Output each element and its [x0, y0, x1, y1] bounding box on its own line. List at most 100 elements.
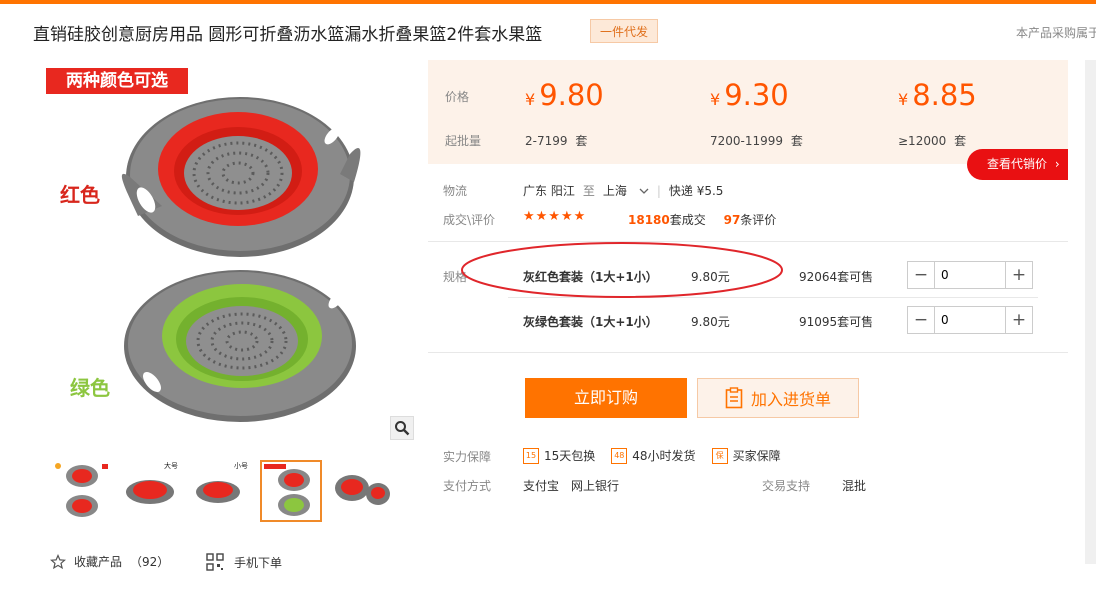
sku-name: 灰绿色套装（1大+1小） — [523, 315, 658, 329]
procurement-notice: 本产品采购属于 — [1016, 26, 1096, 40]
ship-to-word: 至 — [582, 184, 595, 198]
price-panel: 价格 起批量 ¥ 9.80 ¥ 9.30 ¥ 8.85 2-7199 套 720… — [428, 60, 1068, 164]
guarantee-label: 实力保障 — [443, 450, 492, 464]
thumbnail-image: 小号 — [196, 461, 248, 503]
page-scrollbar[interactable] — [1085, 60, 1096, 564]
sku-stock: 91095套可售 — [799, 315, 874, 329]
star-outline-icon — [50, 553, 66, 569]
tier-1-price: ¥ 9.80 — [525, 78, 604, 112]
quantity-input[interactable] — [935, 307, 1005, 333]
agent-button-label: 查看代销价 — [987, 157, 1048, 171]
review-suffix: 条评价 — [740, 213, 777, 227]
sku-row-green: 灰绿色套装（1大+1小） 9.80元 91095套可售 − + — [523, 306, 1033, 334]
payment-alipay: 支付宝 — [523, 479, 560, 493]
qty-unit: 套 — [790, 134, 803, 148]
thumbnail-1[interactable] — [50, 460, 112, 522]
increment-button[interactable]: + — [1005, 262, 1032, 288]
sku-name: 灰红色套装（1大+1小） — [523, 270, 658, 284]
dropship-badge[interactable]: 一件代发 — [590, 19, 658, 43]
sku-row-red: 灰红色套装（1大+1小） 9.80元 92064套可售 − + — [523, 261, 1033, 289]
section-divider — [428, 241, 1068, 242]
product-title: 直销硅胶创意厨房用品 圆形可折叠沥水篮漏水折叠果篮2件套水果篮 — [33, 25, 543, 45]
thumbnail-3[interactable]: 小号 — [190, 460, 252, 522]
chevron-right-icon: › — [1054, 157, 1060, 171]
favorite-label: 收藏产品 — [74, 555, 123, 569]
tier-1-qty: 2-7199 套 — [525, 132, 587, 149]
currency-symbol: ¥ — [710, 90, 721, 109]
payment-methods: 支付宝 网上银行 — [523, 477, 619, 494]
price-label: 价格 — [445, 90, 470, 104]
main-product-image[interactable]: 两种颜色可选 红色 绿色 — [40, 64, 420, 444]
increment-button[interactable]: + — [1005, 307, 1032, 333]
moq-label: 起批量 — [445, 134, 482, 148]
review-count: 97 — [723, 213, 741, 227]
view-agent-price-button[interactable]: 查看代销价 › — [967, 149, 1068, 180]
thumbnail-4[interactable] — [260, 460, 322, 522]
qr-code-icon — [206, 553, 224, 571]
guarantee-text: 买家保障 — [732, 449, 781, 463]
deals-count: 18180 — [628, 213, 670, 227]
magnifier-icon — [395, 421, 410, 436]
deals-summary[interactable]: 18180套成交 97条评价 — [628, 211, 776, 228]
buy-now-button[interactable]: 立即订购 — [525, 378, 687, 418]
qty-range: 2-7199 — [525, 134, 568, 148]
favorite-product[interactable]: 收藏产品 （92） — [50, 553, 169, 570]
qty-unit: 套 — [575, 134, 588, 148]
clock-48-icon: 48 — [611, 447, 628, 464]
guarantee-shipping[interactable]: 48 48小时发货 — [611, 447, 696, 464]
express-fee: 快递 ¥5.5 — [668, 184, 724, 198]
guarantee-list: 15 15天包换 48 48小时发货 保 买家保障 — [523, 447, 797, 464]
ship-to-city: 上海 — [602, 184, 627, 198]
chevron-down-icon — [639, 188, 649, 194]
price-value: 8.85 — [912, 78, 977, 112]
guarantee-text: 15天包换 — [544, 449, 596, 463]
tier-3-price: ¥ 8.85 — [898, 78, 977, 112]
thumbnail-image — [55, 463, 108, 517]
green-color-label: 绿色 — [70, 376, 110, 400]
qty-range: ≥12000 — [898, 134, 947, 148]
qty-unit: 套 — [954, 134, 967, 148]
add-to-cart-button[interactable]: 加入进货单 — [697, 378, 859, 418]
ship-to-select[interactable]: 上海 — [603, 182, 649, 199]
mobile-order-label: 手机下单 — [234, 555, 283, 570]
payment-online-bank: 网上银行 — [571, 479, 620, 493]
red-color-label: 红色 — [60, 183, 100, 207]
calendar-15-icon: 15 — [523, 447, 539, 464]
thumb-caption-small: 小号 — [234, 461, 248, 470]
rating-stars: ★★★★★ — [523, 209, 587, 224]
thumbnail-2[interactable]: 大号 — [120, 460, 182, 522]
quantity-input[interactable] — [935, 262, 1005, 288]
guarantee-exchange[interactable]: 15 15天包换 — [523, 447, 595, 464]
logistics-label: 物流 — [443, 184, 468, 198]
tier-2-price: ¥ 9.30 — [710, 78, 789, 112]
decrement-button[interactable]: − — [908, 262, 935, 288]
guarantee-text: 48小时发货 — [632, 449, 696, 463]
sku-divider — [508, 297, 1038, 298]
payment-label: 支付方式 — [443, 479, 492, 493]
logistics-info: 广东 阳江 至 上海 | 快递 ¥5.5 — [523, 182, 723, 199]
thumbnail-image — [335, 475, 390, 505]
section-divider — [428, 352, 1068, 353]
thumb-caption-large: 大号 — [164, 461, 178, 470]
quantity-stepper: − + — [907, 306, 1033, 334]
thumbnail-image — [264, 464, 310, 516]
ship-from: 广东 阳江 — [523, 184, 575, 198]
zoom-button[interactable] — [390, 416, 414, 440]
trade-support-value: 混批 — [842, 479, 867, 493]
guarantee-buyer[interactable]: 保 买家保障 — [711, 447, 781, 464]
thumbnail-5[interactable] — [330, 460, 392, 522]
sku-price: 9.80元 — [691, 315, 730, 329]
add-to-cart-label: 加入进货单 — [750, 390, 831, 409]
top-accent-bar — [0, 0, 1096, 4]
decrement-button[interactable]: − — [908, 307, 935, 333]
separator: | — [656, 183, 661, 198]
mobile-order[interactable]: 手机下单 — [206, 553, 282, 571]
sku-label: 规格 — [443, 270, 468, 284]
deals-suffix: 套成交 — [669, 213, 706, 227]
thumbnail-image: 大号 — [126, 461, 178, 504]
favorite-count: （92） — [130, 555, 170, 569]
price-value: 9.80 — [539, 78, 604, 112]
shield-icon: 保 — [711, 447, 728, 464]
price-value: 9.30 — [724, 78, 789, 112]
trade-support-label: 交易支持 — [762, 479, 811, 493]
